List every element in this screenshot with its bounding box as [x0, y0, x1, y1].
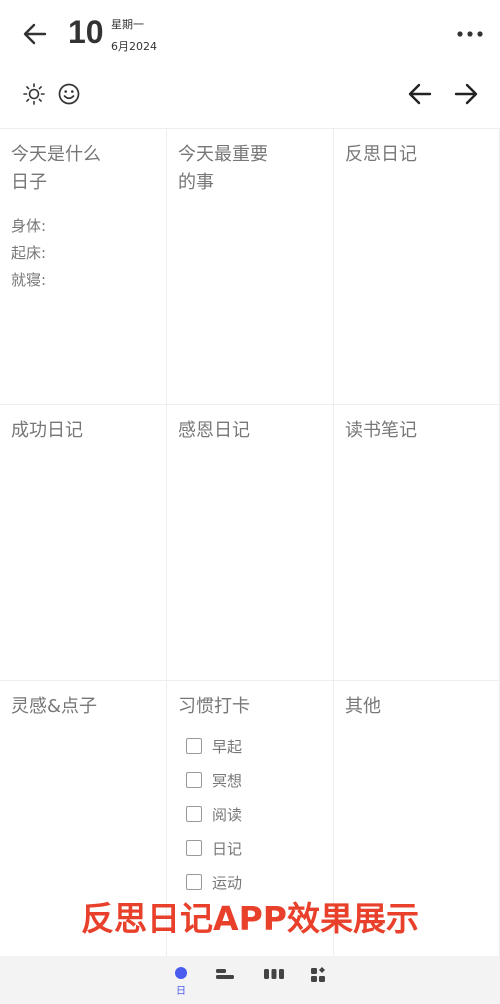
toolbar: [0, 70, 500, 116]
cell-reflection[interactable]: 反思日记: [334, 129, 500, 405]
nav-day-label: 日: [176, 986, 186, 997]
cell-title: 今天是什么 日子: [11, 144, 101, 193]
cell-gratitude[interactable]: 感恩日记: [167, 405, 334, 681]
more-dots-icon[interactable]: [452, 22, 488, 46]
cell-title: 反思日记: [345, 144, 417, 165]
habit-item[interactable]: 冥想: [186, 763, 322, 797]
cell-title: 其他: [345, 696, 381, 717]
cell-most-important[interactable]: 今天最重要 的事: [167, 129, 334, 405]
cell-title: 习惯打卡: [178, 696, 250, 717]
checkbox-icon[interactable]: [186, 738, 202, 754]
habit-item[interactable]: 早起: [186, 729, 322, 763]
smiley-icon[interactable]: [55, 80, 83, 108]
month-year-label: 6月2024: [111, 40, 157, 53]
checkbox-icon[interactable]: [186, 840, 202, 856]
left-arrow-icon[interactable]: [406, 80, 434, 108]
header: 10 星期一 6月2024: [0, 0, 500, 68]
sun-icon[interactable]: [20, 80, 48, 108]
cell-title: 灵感&点子: [11, 696, 98, 717]
nav-month-tab[interactable]: [259, 966, 289, 1000]
nav-week-tab[interactable]: [210, 966, 240, 1000]
weekday-label: 星期一: [111, 18, 144, 31]
habit-label: 日记: [212, 839, 243, 858]
habit-label: 运动: [212, 873, 243, 892]
day-number[interactable]: 10: [68, 14, 104, 51]
right-arrow-icon[interactable]: [452, 80, 480, 108]
cell-today-special[interactable]: 今天是什么 日子 身体: 起床: 就寝:: [0, 129, 167, 405]
back-arrow-icon[interactable]: [18, 20, 52, 48]
habit-label: 阅读: [212, 805, 243, 824]
cell-title: 成功日记: [11, 420, 83, 441]
habit-item[interactable]: 阅读: [186, 797, 322, 831]
cell-line-wake: 起床:: [11, 244, 47, 262]
watermark-caption: 反思日记APP效果展示: [81, 899, 419, 938]
nav-day-tab[interactable]: 日: [166, 966, 196, 1000]
active-dot-icon: [175, 967, 187, 979]
nav-widgets-tab[interactable]: [304, 966, 334, 1000]
cell-title: 读书笔记: [345, 420, 417, 441]
cell-line-body: 身体:: [11, 217, 47, 235]
week-bars-icon: [216, 969, 234, 979]
checkbox-icon[interactable]: [186, 806, 202, 822]
checkbox-icon[interactable]: [186, 874, 202, 890]
month-columns-icon: [264, 969, 284, 979]
checkbox-icon[interactable]: [186, 772, 202, 788]
cell-reading-notes[interactable]: 读书笔记: [334, 405, 500, 681]
habit-label: 冥想: [212, 771, 243, 790]
cell-line-sleep: 就寝:: [11, 271, 47, 289]
widgets-grid-icon: [311, 967, 325, 982]
cell-title: 今天最重要 的事: [178, 144, 268, 193]
journal-grid: 今天是什么 日子 身体: 起床: 就寝: 今天最重要 的事 反思日记 成功日记 …: [0, 128, 500, 957]
habit-list: 早起 冥想 阅读 日记 运动: [186, 729, 322, 899]
habit-item[interactable]: 日记: [186, 831, 322, 865]
bottom-nav: 日: [0, 956, 500, 1004]
habit-label: 早起: [212, 737, 243, 756]
cell-success[interactable]: 成功日记: [0, 405, 167, 681]
cell-title: 感恩日记: [178, 420, 250, 441]
